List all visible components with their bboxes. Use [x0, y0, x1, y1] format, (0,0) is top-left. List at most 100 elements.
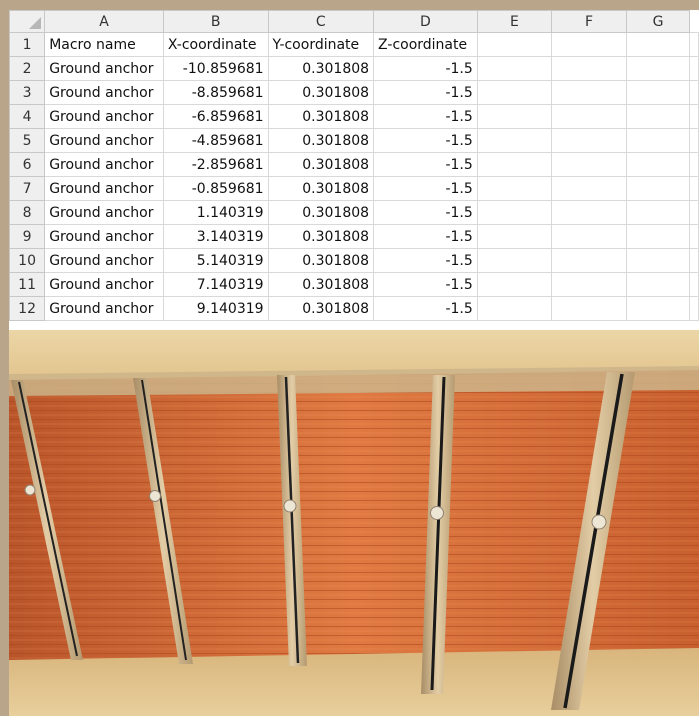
- grid-cell[interactable]: [689, 296, 699, 321]
- grid-cell[interactable]: [626, 152, 690, 177]
- grid-cell[interactable]: [476, 176, 552, 201]
- grid-cell[interactable]: -1.5: [373, 296, 478, 321]
- grid-cell[interactable]: [476, 272, 552, 297]
- grid-cell[interactable]: [689, 128, 699, 153]
- grid-cell[interactable]: [689, 176, 699, 201]
- grid-cell[interactable]: [626, 224, 690, 249]
- grid-cell[interactable]: 0.301808: [267, 224, 375, 249]
- row-header[interactable]: 8: [9, 200, 46, 225]
- grid-cell[interactable]: 0.301808: [267, 152, 375, 177]
- grid-cell[interactable]: X-coordinate: [162, 32, 269, 57]
- grid-cell[interactable]: [626, 200, 690, 225]
- grid-cell[interactable]: [626, 56, 690, 81]
- row-header[interactable]: 4: [9, 104, 46, 129]
- grid-cell[interactable]: -1.5: [373, 152, 478, 177]
- grid-cell[interactable]: Ground anchor: [44, 128, 164, 153]
- grid-cell[interactable]: -1.5: [373, 104, 478, 129]
- row-header[interactable]: 3: [9, 80, 46, 105]
- grid-cell[interactable]: [550, 104, 628, 129]
- grid-cell[interactable]: -2.859681: [162, 152, 269, 177]
- grid-cell[interactable]: Ground anchor: [44, 80, 164, 105]
- grid-cell[interactable]: -1.5: [373, 176, 478, 201]
- grid-cell[interactable]: [689, 80, 699, 105]
- grid-cell[interactable]: [550, 32, 628, 57]
- grid-cell[interactable]: -1.5: [373, 56, 478, 81]
- grid-cell[interactable]: 0.301808: [267, 104, 375, 129]
- row-header[interactable]: 5: [9, 128, 46, 153]
- grid-cell[interactable]: [550, 80, 628, 105]
- grid-cell[interactable]: 1.140319: [162, 200, 269, 225]
- grid-cell[interactable]: Ground anchor: [44, 152, 164, 177]
- grid-cell[interactable]: [689, 200, 699, 225]
- grid-cell[interactable]: 0.301808: [267, 200, 375, 225]
- grid-cell[interactable]: -6.859681: [162, 104, 269, 129]
- grid-cell[interactable]: -1.5: [373, 128, 478, 153]
- grid-cell[interactable]: [689, 224, 699, 249]
- grid-cell[interactable]: [476, 32, 552, 57]
- grid-cell[interactable]: 0.301808: [267, 248, 375, 273]
- column-header[interactable]: A: [44, 10, 164, 33]
- grid-cell[interactable]: [626, 272, 690, 297]
- grid-cell[interactable]: 3.140319: [162, 224, 269, 249]
- grid-cell[interactable]: [689, 272, 699, 297]
- grid-cell[interactable]: [550, 272, 628, 297]
- grid-cell[interactable]: Z-coordinate: [373, 32, 478, 57]
- row-header[interactable]: 11: [9, 272, 46, 297]
- row-header[interactable]: 10: [9, 248, 46, 273]
- grid-cell[interactable]: 5.140319: [162, 248, 269, 273]
- grid-cell[interactable]: [476, 104, 552, 129]
- grid-cell[interactable]: [550, 56, 628, 81]
- grid-cell[interactable]: 0.301808: [267, 176, 375, 201]
- column-header[interactable]: D: [373, 10, 478, 33]
- grid-cell[interactable]: [626, 296, 690, 321]
- grid-cell[interactable]: [689, 248, 699, 273]
- grid-cell[interactable]: Ground anchor: [44, 200, 164, 225]
- grid-cell[interactable]: [550, 224, 628, 249]
- grid-cell[interactable]: -10.859681: [162, 56, 269, 81]
- grid-cell[interactable]: [626, 176, 690, 201]
- grid-cell[interactable]: Ground anchor: [44, 272, 164, 297]
- grid-cell[interactable]: [626, 128, 690, 153]
- grid-cell[interactable]: Ground anchor: [44, 104, 164, 129]
- grid-cell[interactable]: [550, 128, 628, 153]
- grid-cell[interactable]: 0.301808: [267, 56, 375, 81]
- grid-cell[interactable]: [550, 176, 628, 201]
- grid-cell[interactable]: 7.140319: [162, 272, 269, 297]
- grid-cell[interactable]: [689, 152, 699, 177]
- grid-cell[interactable]: -1.5: [373, 224, 478, 249]
- row-header[interactable]: 9: [9, 224, 46, 249]
- column-header[interactable]: G: [626, 10, 690, 33]
- grid-cell[interactable]: -1.5: [373, 200, 478, 225]
- grid-cell[interactable]: Ground anchor: [44, 56, 164, 81]
- grid-cell[interactable]: Y-coordinate: [267, 32, 375, 57]
- grid-cell[interactable]: 0.301808: [267, 272, 375, 297]
- grid-cell[interactable]: -1.5: [373, 272, 478, 297]
- grid-cell[interactable]: [550, 296, 628, 321]
- grid-cell[interactable]: Ground anchor: [44, 224, 164, 249]
- grid-cell[interactable]: -0.859681: [162, 176, 269, 201]
- grid-cell[interactable]: [689, 32, 699, 57]
- grid-cell[interactable]: [476, 152, 552, 177]
- grid-cell[interactable]: [476, 80, 552, 105]
- grid-cell[interactable]: -8.859681: [162, 80, 269, 105]
- grid-cell[interactable]: [476, 224, 552, 249]
- spreadsheet[interactable]: A B C D E F G 1 Macro name X-coordinate Y-c…: [9, 10, 699, 330]
- grid-cell[interactable]: 9.140319: [162, 296, 269, 321]
- grid-cell[interactable]: [476, 200, 552, 225]
- grid-cell[interactable]: Ground anchor: [44, 176, 164, 201]
- row-header[interactable]: 2: [9, 56, 46, 81]
- grid-cell[interactable]: -1.5: [373, 248, 478, 273]
- grid-cell[interactable]: [689, 104, 699, 129]
- column-header[interactable]: C: [267, 10, 375, 33]
- grid-cell[interactable]: [476, 296, 552, 321]
- grid-cell[interactable]: [476, 128, 552, 153]
- grid-cell[interactable]: [550, 200, 628, 225]
- grid-cell[interactable]: Macro name: [44, 32, 164, 57]
- grid-cell[interactable]: [476, 56, 552, 81]
- grid-cell[interactable]: 0.301808: [267, 296, 375, 321]
- grid-cell[interactable]: 0.301808: [267, 128, 375, 153]
- grid-cell[interactable]: [476, 248, 552, 273]
- column-header[interactable]: F: [550, 10, 628, 33]
- column-header[interactable]: E: [476, 10, 552, 33]
- model-viewport[interactable]: [9, 330, 699, 716]
